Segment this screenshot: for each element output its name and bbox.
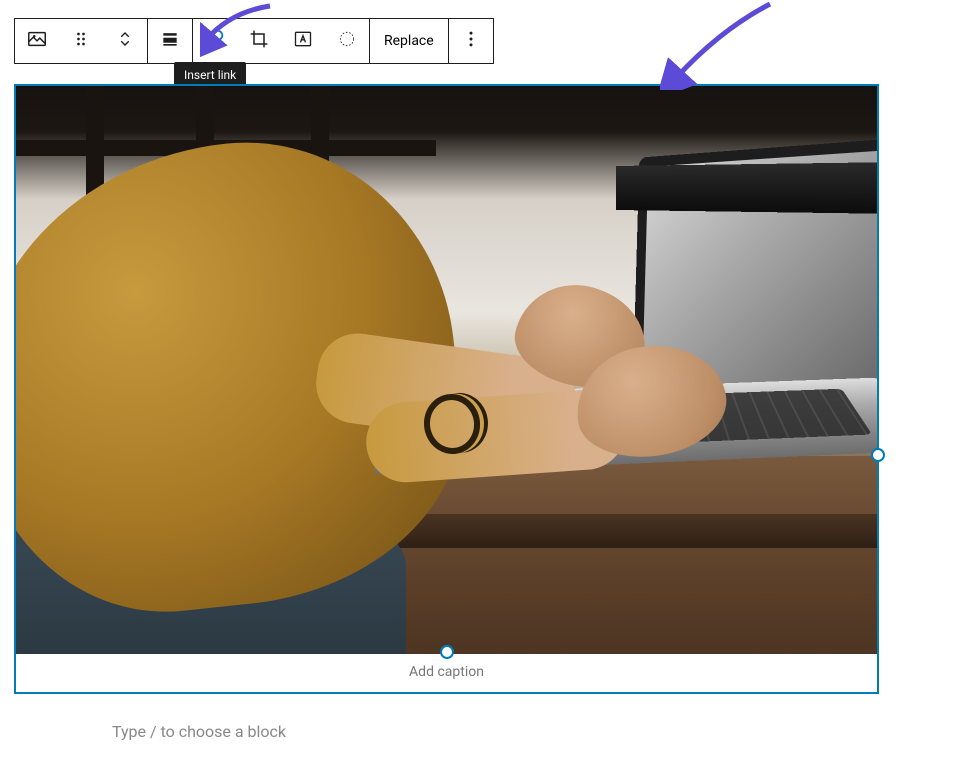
image-preview[interactable] (16, 86, 877, 654)
move-updown-icon (116, 28, 134, 54)
toolbar-group-replace: Replace (370, 19, 449, 63)
align-icon (160, 29, 180, 53)
drag-handle-button[interactable] (59, 19, 103, 63)
more-options-icon (461, 29, 481, 53)
replace-label: Replace (384, 33, 434, 49)
image-block[interactable]: Add caption (14, 84, 879, 694)
block-type-button[interactable] (15, 19, 59, 63)
align-button[interactable] (148, 19, 192, 63)
resize-handle-right[interactable] (871, 448, 885, 462)
toolbar-group-block (15, 19, 148, 63)
toolbar-group-more (449, 19, 493, 63)
toolbar-group-align (148, 19, 193, 63)
text-over-image-button[interactable] (281, 19, 325, 63)
text-over-image-icon (293, 29, 313, 53)
image-icon (26, 28, 48, 54)
move-updown-button[interactable] (103, 19, 147, 63)
duotone-button[interactable] (325, 19, 369, 63)
drag-handle-icon (71, 29, 91, 53)
more-options-button[interactable] (449, 19, 493, 63)
duotone-icon (337, 29, 357, 53)
image-caption-input[interactable]: Add caption (16, 654, 877, 692)
resize-handle-bottom[interactable] (440, 645, 454, 659)
photo-content (16, 86, 877, 654)
annotation-arrow-right (660, 0, 780, 90)
replace-button[interactable]: Replace (370, 19, 448, 63)
annotation-arrow-left (200, 0, 280, 60)
paragraph-block-placeholder[interactable]: Type / to choose a block (112, 722, 286, 741)
